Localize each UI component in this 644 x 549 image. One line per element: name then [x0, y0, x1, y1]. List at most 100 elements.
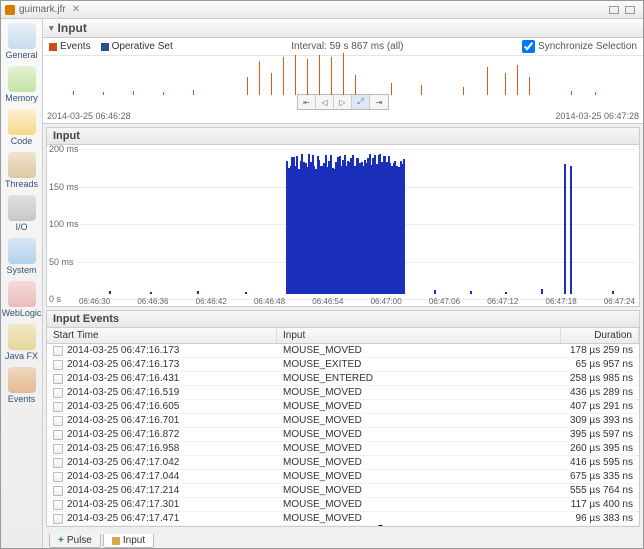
table-row[interactable]: 2014-03-25 06:47:17.214MOUSE_MOVED555 µs…	[47, 484, 639, 498]
row-icon	[53, 472, 63, 482]
events-table: Input Events Start Time Input Duration 2…	[46, 310, 640, 527]
cell-duration: 258 µs 985 ns	[561, 372, 639, 385]
tab-input[interactable]: Input	[103, 534, 154, 548]
table-row[interactable]: 2014-03-25 06:47:16.173MOUSE_EXITED65 µs…	[47, 358, 639, 372]
sidebar-item-label: General	[5, 50, 37, 60]
sidebar-item-label: WebLogic	[2, 308, 42, 318]
minimize-icon[interactable]	[609, 6, 619, 14]
sidebar-item-label: Java FX	[5, 351, 38, 361]
cell-duration: 675 µs 335 ns	[561, 470, 639, 483]
col-input[interactable]: Input	[277, 328, 561, 343]
y-tick-label: 200 ms	[49, 145, 79, 154]
tab-pulse[interactable]: + Pulse	[49, 534, 101, 548]
col-start-time[interactable]: Start Time	[47, 328, 277, 343]
zoom-button[interactable]: ⤢	[352, 95, 370, 109]
sync-checkbox[interactable]	[522, 40, 535, 53]
row-icon	[53, 514, 63, 524]
sidebar-item-label: Events	[8, 394, 36, 404]
row-icon	[53, 444, 63, 454]
x-tick-label: 06:46:42	[196, 297, 227, 306]
table-row[interactable]: 2014-03-25 06:47:16.173MOUSE_MOVED178 µs…	[47, 344, 639, 358]
table-row[interactable]: 2014-03-25 06:47:16.431MOUSE_ENTERED258 …	[47, 372, 639, 386]
sync-selection[interactable]: Synchronize Selection	[522, 40, 637, 53]
cell-duration: 309 µs 393 ns	[561, 414, 639, 427]
cell-time: 2014-03-25 06:47:16.872	[67, 429, 179, 440]
sidebar-item-code[interactable]: Code	[3, 109, 41, 146]
cell-time: 2014-03-25 06:47:16.173	[67, 359, 179, 370]
panel-title: ▸ Input	[43, 19, 643, 38]
cell-input: MOUSE_MOVED	[277, 470, 561, 483]
cell-duration: 395 µs 597 ns	[561, 428, 639, 441]
bottom-tabs: + Pulse Input	[43, 530, 643, 548]
x-tick-label: 06:46:48	[254, 297, 285, 306]
events-title: Input Events	[47, 311, 639, 328]
sidebar-item-io[interactable]: I/O	[3, 195, 41, 232]
row-icon	[53, 430, 63, 440]
sidebar-item-general[interactable]: General	[3, 23, 41, 60]
cell-input: MOUSE_MOVED	[277, 512, 561, 525]
nav-last-button[interactable]: ⇥	[370, 95, 388, 109]
sidebar-item-label: I/O	[15, 222, 27, 232]
row-icon	[53, 500, 63, 510]
operative-swatch-icon	[101, 43, 109, 51]
cell-time: 2014-03-25 06:47:17.301	[67, 499, 179, 510]
expand-icon[interactable]: ▸	[46, 26, 57, 31]
row-icon	[53, 486, 63, 496]
cell-input: MOUSE_ENTERED	[277, 372, 561, 385]
col-duration[interactable]: Duration	[561, 328, 639, 343]
overview-toolbar: ⇤ ◁ ▷ ⤢ ⇥	[297, 94, 389, 110]
nav-prev-button[interactable]: ◁	[316, 95, 334, 109]
table-row[interactable]: 2014-03-25 06:47:16.958MOUSE_MOVED260 µs…	[47, 442, 639, 456]
plus-icon: +	[58, 535, 64, 546]
general-icon	[8, 23, 36, 49]
table-row[interactable]: 2014-03-25 06:47:17.301MOUSE_MOVED117 µs…	[47, 498, 639, 512]
table-row[interactable]: 2014-03-25 06:47:17.044MOUSE_MOVED675 µs…	[47, 470, 639, 484]
cell-input: MOUSE_MOVED	[277, 344, 561, 357]
javafx-icon	[8, 324, 36, 350]
maximize-icon[interactable]	[625, 6, 635, 14]
sidebar-item-events[interactable]: Events	[3, 367, 41, 404]
cell-duration: 416 µs 595 ns	[561, 456, 639, 469]
cell-duration: 178 µs 259 ns	[561, 344, 639, 357]
x-tick-label: 06:46:30	[79, 297, 110, 306]
sidebar-item-threads[interactable]: Threads	[3, 152, 41, 189]
sidebar-item-weblogic[interactable]: WebLogic	[3, 281, 41, 318]
cell-input: MOUSE_MOVED	[277, 442, 561, 455]
overview-plot[interactable]: ⇤ ◁ ▷ ⤢ ⇥	[43, 56, 643, 109]
table-row[interactable]: 2014-03-25 06:47:17.471MOUSE_MOVED96 µs …	[47, 512, 639, 526]
table-row[interactable]: 2014-03-25 06:47:17.042MOUSE_MOVED416 µs…	[47, 456, 639, 470]
interval-text: Interval: 59 s 867 ms (all)	[183, 41, 512, 52]
table-row[interactable]: 2014-03-25 06:47:16.519 MOUSE_MOVED436 µs…	[47, 386, 639, 400]
sync-label: Synchronize Selection	[538, 41, 637, 52]
sidebar-item-javafx[interactable]: Java FX	[3, 324, 41, 361]
tab-close-icon[interactable]: ✕	[72, 4, 80, 15]
x-tick-label: 06:47:18	[546, 297, 577, 306]
table-body[interactable]: 2014-03-25 06:47:16.173MOUSE_MOVED178 µs…	[47, 344, 639, 526]
table-row[interactable]: 2014-03-25 06:47:16.605MOUSE_MOVED407 µs…	[47, 400, 639, 414]
cell-input: MOUSE_MOVED	[277, 428, 561, 441]
events-icon	[8, 367, 36, 393]
nav-first-button[interactable]: ⇤	[298, 95, 316, 109]
cell-input: MOUSE_MOVED	[277, 484, 561, 497]
cell-input: MOUSE_MOVED	[277, 386, 561, 399]
window-controls	[609, 6, 635, 14]
y-tick-label: 150 ms	[49, 182, 79, 192]
window-titlebar: guimark.jfr ✕	[1, 1, 643, 19]
cell-time: 2014-03-25 06:47:16.701	[67, 415, 179, 426]
sidebar-item-system[interactable]: System	[3, 238, 41, 275]
system-icon	[8, 238, 36, 264]
input-chart-body[interactable]: 200 ms150 ms100 ms50 ms0 s06:46:3006:46:…	[47, 145, 639, 306]
legend-operative: Operative Set	[101, 41, 173, 52]
cell-duration: 555 µs 764 ns	[561, 484, 639, 497]
cell-time: 2014-03-25 06:47:16.519	[67, 387, 179, 398]
x-tick-label: 06:46:36	[137, 297, 168, 306]
table-row[interactable]: 2014-03-25 06:47:16.872 MOUSE_MOVED395 µs…	[47, 428, 639, 442]
nav-next-button[interactable]: ▷	[334, 95, 352, 109]
sidebar-item-memory[interactable]: Memory	[3, 66, 41, 103]
overview-chart: Events Operative Set Interval: 59 s 867 …	[43, 38, 643, 124]
window-title: guimark.jfr	[19, 4, 66, 15]
tab-pulse-label: Pulse	[67, 535, 92, 546]
cell-duration: 436 µs 289 ns	[561, 386, 639, 399]
row-icon	[53, 374, 63, 384]
table-row[interactable]: 2014-03-25 06:47:16.701MOUSE_MOVED309 µs…	[47, 414, 639, 428]
